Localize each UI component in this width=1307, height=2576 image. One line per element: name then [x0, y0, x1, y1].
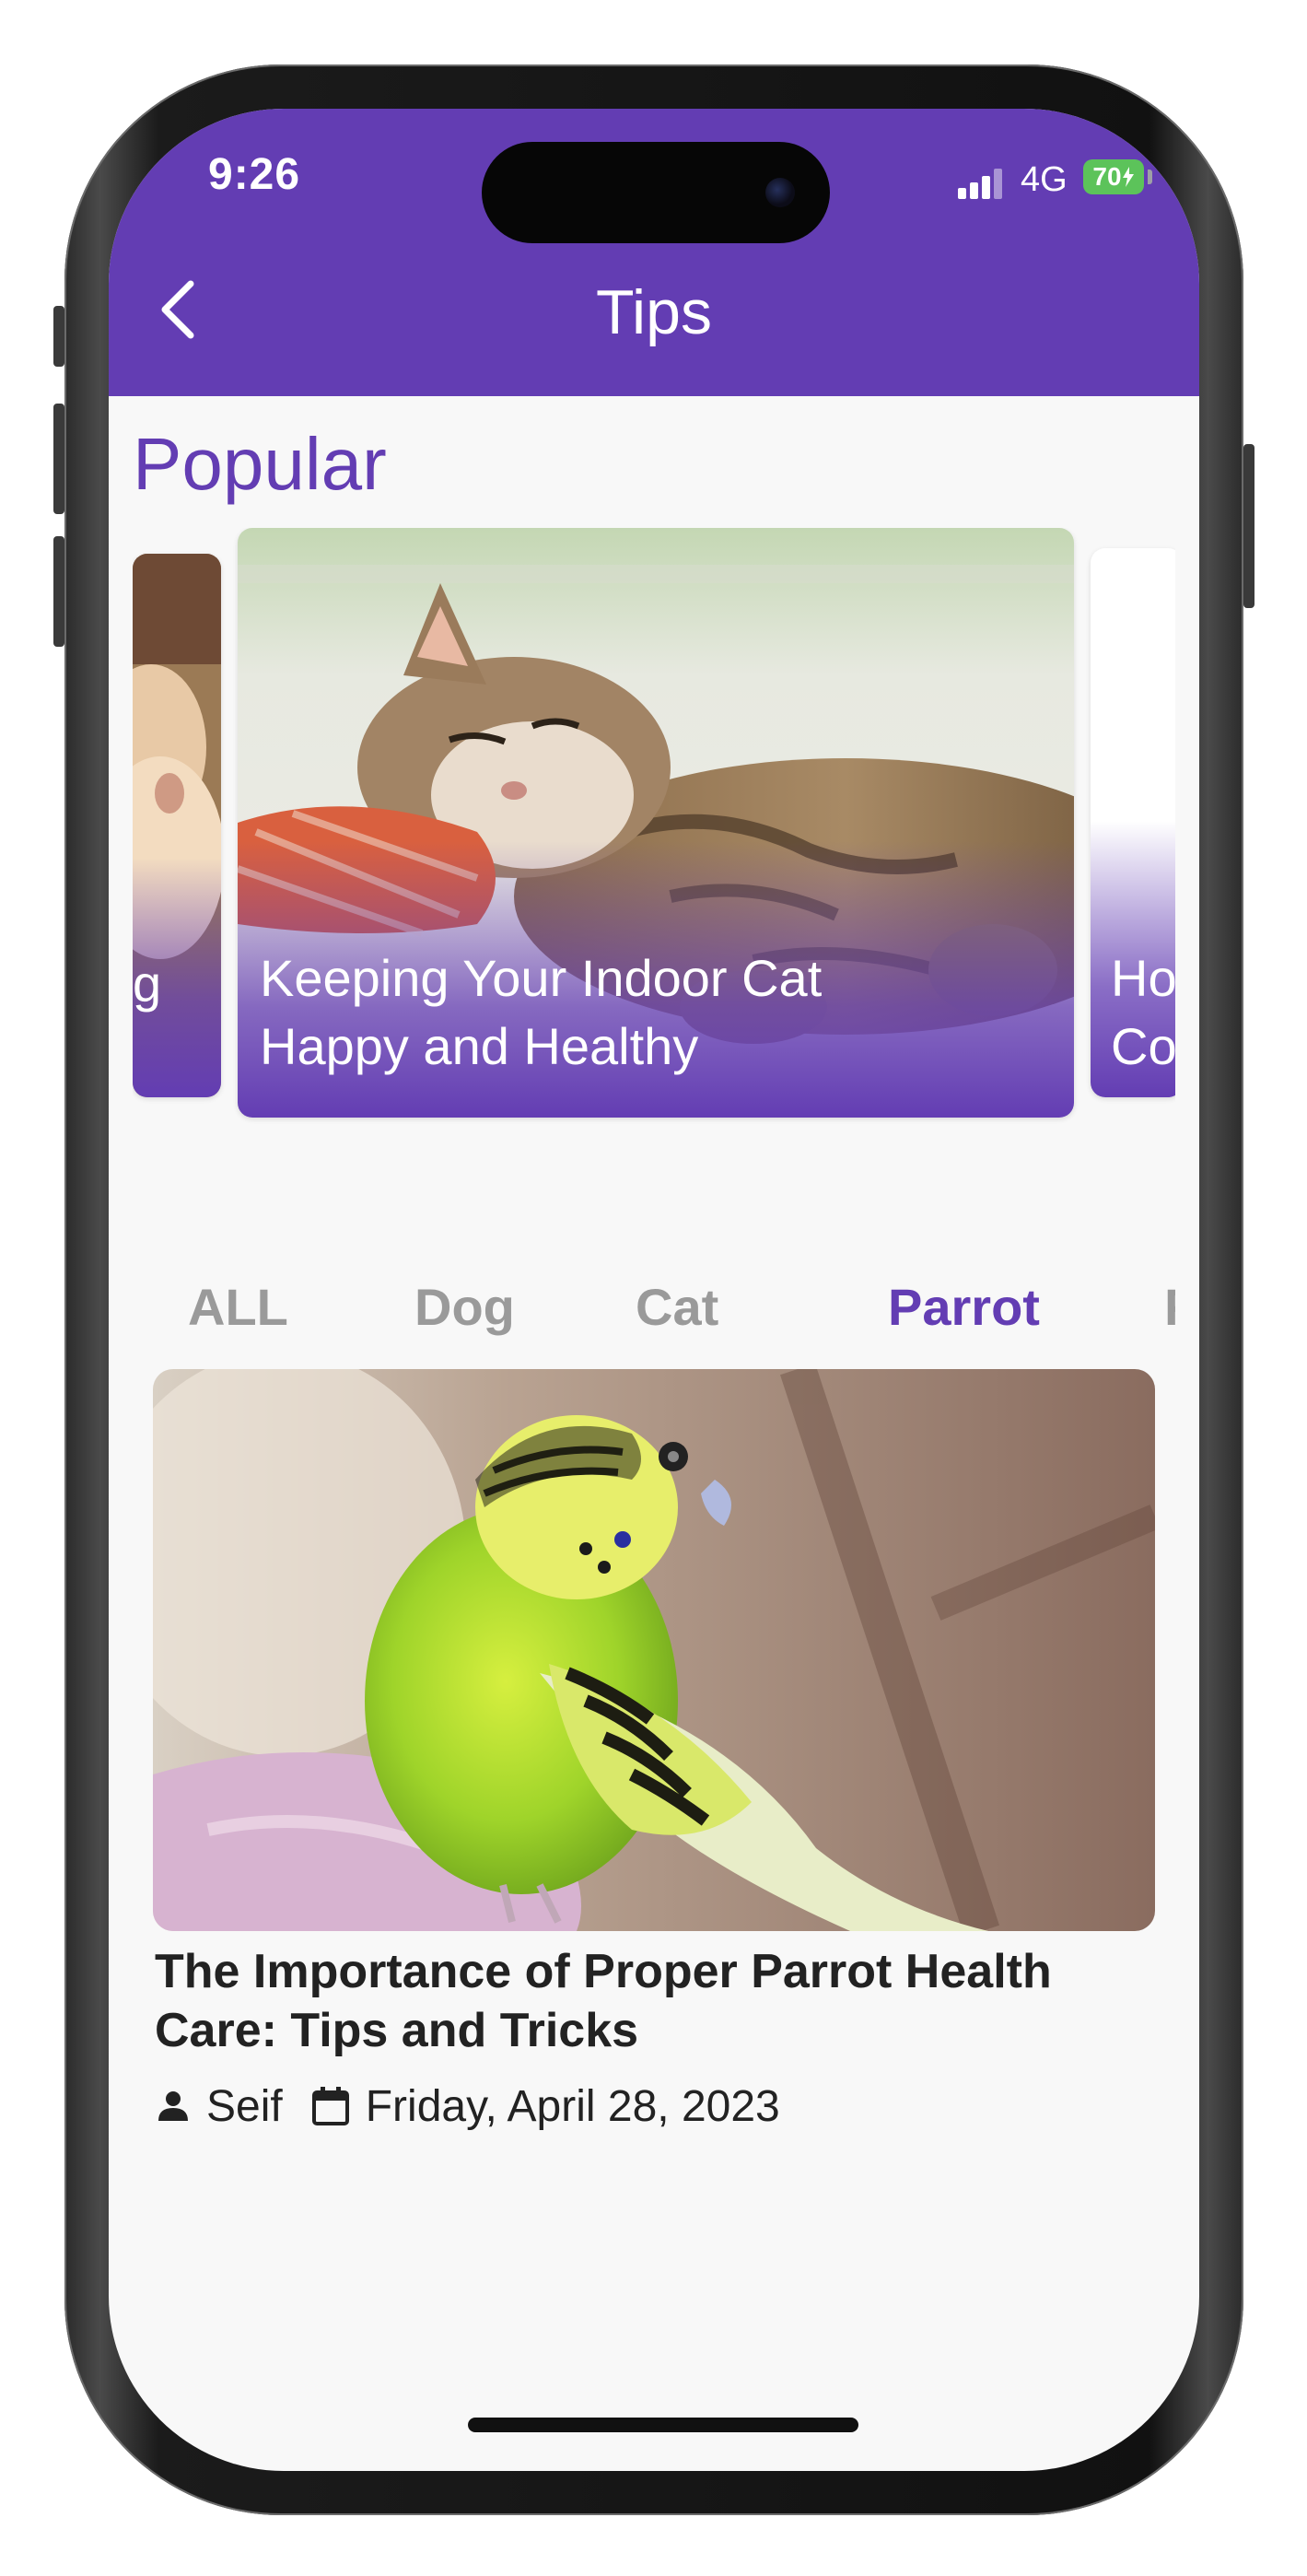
phone-frame: 9:26 4G 70 Tips Popular g Keeping Your I… — [53, 64, 1254, 2515]
card-title-cat: Keeping Your Indoor Cat Happy and Health… — [260, 949, 823, 1075]
battery-level: 70 — [1092, 162, 1122, 191]
popular-carousel[interactable]: g Keeping Your Indoor Cat Happy and Heal… — [133, 528, 1175, 1256]
tab-all[interactable]: ALL — [188, 1277, 288, 1337]
network-label: 4G — [1021, 160, 1068, 199]
article-image[interactable] — [153, 1369, 1155, 1931]
action-button — [53, 306, 64, 367]
signal-icon — [958, 168, 1004, 199]
category-tabs: ALL Dog Cat Parrot Fi — [133, 1270, 1175, 1352]
volume-down-button — [53, 536, 64, 647]
article-date: Friday, April 28, 2023 — [365, 2081, 780, 2131]
status-time: 9:26 — [208, 150, 301, 199]
person-icon — [158, 2091, 188, 2121]
power-button — [1243, 444, 1254, 608]
app-screen: 9:26 4G 70 Tips Popular g Keeping Your I… — [109, 109, 1199, 2471]
home-indicator[interactable] — [468, 2418, 858, 2432]
tab-fish[interactable]: Fi — [1164, 1277, 1175, 1337]
article-author: Seif — [206, 2081, 283, 2131]
calendar-icon — [311, 2087, 349, 2125]
popular-card-dog[interactable]: g — [133, 554, 221, 1097]
article-meta: Seif Friday, April 28, 2023 — [155, 2078, 780, 2134]
card-title-dog: g — [133, 954, 162, 1013]
popular-card-next[interactable]: Ho Co — [1091, 548, 1175, 1097]
tab-dog[interactable]: Dog — [414, 1277, 515, 1337]
card-title-next: Ho Co — [1111, 949, 1175, 1075]
popular-card-cat[interactable]: Keeping Your Indoor Cat Happy and Health… — [238, 528, 1074, 1118]
volume-up-button — [53, 404, 64, 514]
battery-icon: 70 — [1083, 159, 1144, 194]
page-title: Tips — [596, 277, 712, 347]
app-bar: 9:26 4G 70 Tips — [109, 109, 1199, 396]
dynamic-island — [482, 142, 830, 243]
budgie-parrot-photo — [153, 1369, 1155, 1931]
article-title[interactable]: The Importance of Proper Parrot Health C… — [155, 1942, 1159, 2060]
tab-cat[interactable]: Cat — [636, 1277, 718, 1337]
tab-parrot[interactable]: Parrot — [888, 1277, 1040, 1337]
popular-heading: Popular — [133, 423, 387, 505]
